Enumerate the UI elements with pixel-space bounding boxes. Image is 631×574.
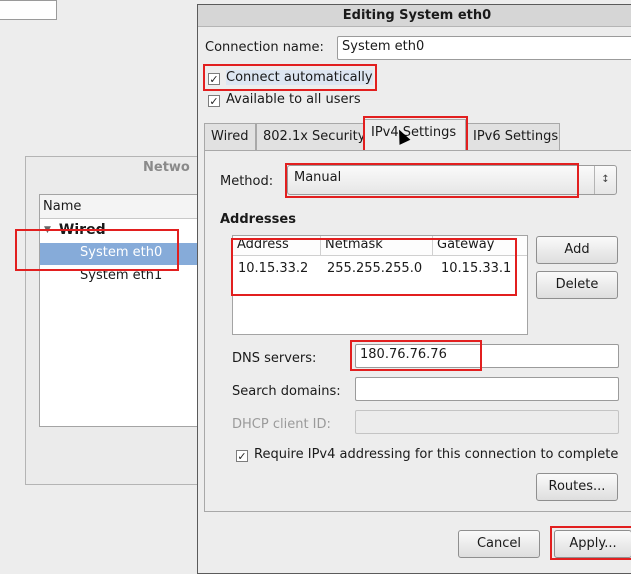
search-domains-field[interactable] xyxy=(355,377,619,401)
dhcp-client-id-label: DHCP client ID: xyxy=(232,417,331,432)
connection-name-field[interactable]: System eth0 xyxy=(337,36,631,60)
background-entry xyxy=(0,0,57,20)
search-domains-label: Search domains: xyxy=(232,384,341,399)
available-to-all-checkbox[interactable]: ✓ xyxy=(208,95,220,107)
highlight-box-connect-automatically xyxy=(203,64,377,91)
chevron-updown-icon[interactable]: ↕ xyxy=(594,166,616,194)
tab-ipv6-settings[interactable]: IPv6 Settings xyxy=(466,123,560,150)
ipv4-settings-panel: Method: Manual ↕ Addresses Address Netma… xyxy=(204,150,631,512)
tab-802-1x-security[interactable]: 802.1x Security xyxy=(256,123,365,150)
highlight-box-system-eth0 xyxy=(15,229,179,271)
highlight-box-apply xyxy=(550,526,631,560)
cancel-button[interactable]: Cancel xyxy=(458,530,540,558)
dhcp-client-id-field xyxy=(355,410,619,434)
tab-wired[interactable]: Wired xyxy=(204,123,256,150)
editing-dialog: Editing System eth0 Connection name: Sys… xyxy=(197,4,631,574)
network-connections-title: Netwo xyxy=(143,160,190,175)
highlight-box-method xyxy=(285,163,579,198)
available-to-all-label[interactable]: Available to all users xyxy=(226,92,361,107)
connection-name-label: Connection name: xyxy=(205,40,324,55)
highlight-box-addresses xyxy=(231,238,517,296)
method-label: Method: xyxy=(220,174,274,189)
delete-button[interactable]: Delete xyxy=(536,271,618,299)
require-ipv4-checkbox[interactable]: ✓ xyxy=(236,450,248,462)
dns-servers-label: DNS servers: xyxy=(232,351,317,366)
require-ipv4-label[interactable]: Require IPv4 addressing for this connect… xyxy=(254,447,618,462)
name-column-header[interactable]: Name xyxy=(40,195,208,219)
addresses-heading: Addresses xyxy=(220,212,296,227)
routes-button[interactable]: Routes... xyxy=(536,473,618,501)
highlight-box-ipv4-tab xyxy=(363,116,468,153)
add-button[interactable]: Add xyxy=(536,236,618,264)
highlight-box-dns xyxy=(350,340,482,371)
dialog-title: Editing System eth0 xyxy=(198,5,631,27)
